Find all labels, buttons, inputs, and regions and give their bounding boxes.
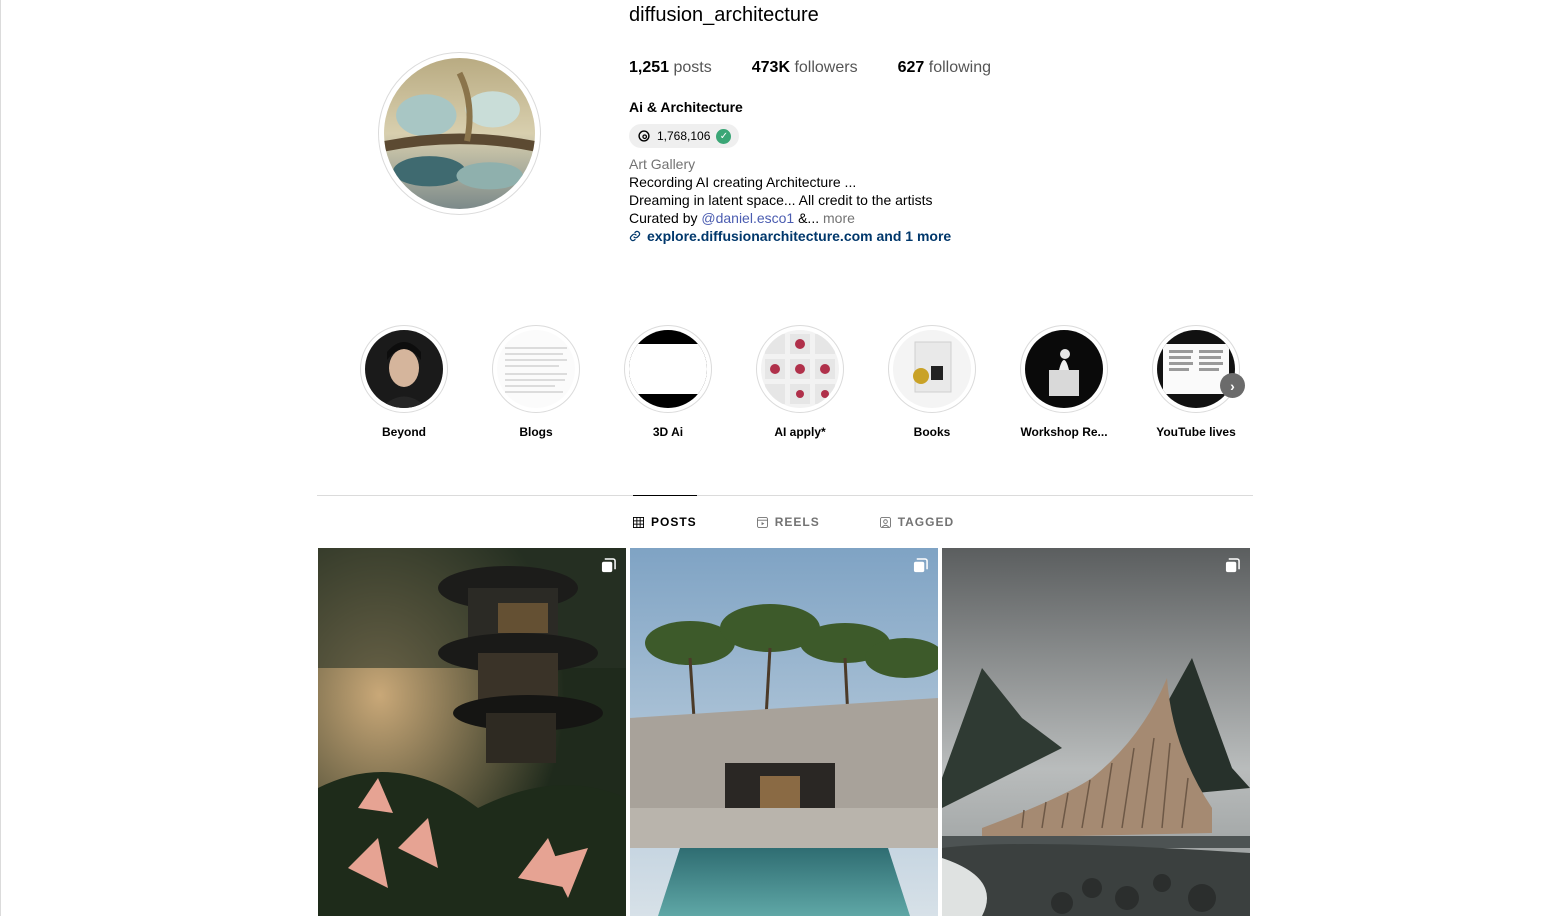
tab-tagged-label: TAGGED bbox=[897, 515, 955, 529]
highlight-ring bbox=[1152, 325, 1240, 413]
profile-bio: Art Gallery Recording AI creating Archit… bbox=[629, 155, 951, 245]
bio-line-2: Dreaming in latent space... All credit t… bbox=[629, 192, 933, 208]
posts-count-value: 1,251 bbox=[629, 59, 670, 76]
highlight-blogs[interactable]: Blogs bbox=[492, 325, 580, 439]
bio-more-button[interactable]: more bbox=[819, 210, 855, 226]
post-image-stone-pool-house bbox=[630, 548, 938, 916]
highlight-ring bbox=[624, 325, 712, 413]
followers-link[interactable]: 473K followers bbox=[752, 59, 858, 77]
followers-count-label: followers bbox=[794, 59, 858, 76]
carousel-icon bbox=[913, 558, 928, 573]
highlight-ring bbox=[756, 325, 844, 413]
highlight-label: Blogs bbox=[519, 425, 553, 439]
highlights-next-button[interactable]: › bbox=[1220, 373, 1245, 398]
chevron-right-icon: › bbox=[1230, 377, 1235, 394]
highlight-label: AI apply* bbox=[774, 425, 826, 439]
story-highlights: Beyond Blogs 3D Ai AI apply* Books Works… bbox=[360, 325, 1240, 439]
highlight-ring bbox=[888, 325, 976, 413]
threads-badge[interactable]: 1,768,106 ✓ bbox=[629, 124, 740, 148]
highlight-label: 3D Ai bbox=[652, 425, 684, 439]
profile-tabs: POSTS REELS TAGGED bbox=[633, 495, 954, 548]
bio-line-1: Recording AI creating Architecture ... bbox=[629, 174, 857, 190]
highlight-ring bbox=[492, 325, 580, 413]
following-link[interactable]: 627 following bbox=[898, 59, 991, 77]
highlight-ring bbox=[1020, 325, 1108, 413]
bio-mention-link[interactable]: @daniel.esco1 bbox=[701, 210, 794, 226]
bio-ellipsis: &... bbox=[794, 210, 820, 226]
posts-count: 1,251 posts bbox=[629, 59, 712, 77]
highlight-ai-apply[interactable]: AI apply* bbox=[756, 325, 844, 439]
highlight-label: YouTube lives bbox=[1156, 425, 1236, 439]
left-divider bbox=[0, 0, 1, 916]
followers-count-value: 473K bbox=[751, 59, 790, 76]
tab-posts-label: POSTS bbox=[651, 515, 697, 529]
tab-reels[interactable]: REELS bbox=[756, 495, 820, 548]
highlight-ring bbox=[360, 325, 448, 413]
avatar-image bbox=[384, 58, 535, 209]
highlight-books[interactable]: Books bbox=[888, 325, 976, 439]
highlight-label: Workshop Re... bbox=[1020, 425, 1108, 439]
post-image-coastal-curved-building bbox=[942, 548, 1250, 916]
tagged-icon bbox=[879, 516, 891, 528]
highlight-beyond[interactable]: Beyond bbox=[360, 325, 448, 439]
highlight-cover bbox=[893, 330, 971, 408]
bio-link-text: explore.diffusionarchitecture.com and 1 … bbox=[647, 228, 952, 244]
bio-curated-prefix: Curated by bbox=[629, 210, 702, 226]
reels-icon bbox=[756, 516, 768, 528]
profile-username: diffusion_architecture bbox=[629, 4, 819, 26]
threads-count: 1,768,106 bbox=[657, 129, 711, 143]
threads-icon bbox=[638, 130, 650, 142]
carousel-icon bbox=[1225, 558, 1240, 573]
highlight-label: Beyond bbox=[381, 425, 426, 439]
bio-category: Art Gallery bbox=[629, 156, 696, 172]
following-count-value: 627 bbox=[897, 59, 925, 76]
highlight-cover bbox=[1025, 330, 1103, 408]
highlight-cover bbox=[1157, 330, 1235, 408]
highlight-cover bbox=[497, 330, 575, 408]
highlight-workshop[interactable]: Workshop Re... bbox=[1020, 325, 1108, 439]
carousel-icon bbox=[601, 558, 616, 573]
post-thumbnail[interactable] bbox=[630, 548, 938, 916]
highlight-label: Books bbox=[913, 425, 951, 439]
post-image-forest-treehouse bbox=[318, 548, 626, 916]
highlight-cover bbox=[365, 330, 443, 408]
following-count-label: following bbox=[928, 59, 992, 76]
profile-stats: 1,251 posts 473K followers 627 following bbox=[629, 59, 991, 77]
profile-full-name: Ai & Architecture bbox=[629, 99, 743, 115]
post-thumbnail[interactable] bbox=[942, 548, 1250, 916]
bio-line-3: Curated by @daniel.esco1 &... more bbox=[629, 209, 951, 227]
tab-tagged[interactable]: TAGGED bbox=[879, 495, 955, 548]
highlight-cover bbox=[761, 330, 839, 408]
highlight-cover bbox=[629, 330, 707, 408]
link-icon bbox=[629, 230, 641, 242]
bio-external-link[interactable]: explore.diffusionarchitecture.com and 1 … bbox=[629, 227, 951, 245]
grid-icon bbox=[633, 516, 644, 528]
tab-reels-label: REELS bbox=[774, 515, 820, 529]
post-thumbnail[interactable] bbox=[318, 548, 626, 916]
posts-grid bbox=[318, 548, 1250, 916]
posts-count-label: posts bbox=[673, 59, 712, 76]
highlight-3d-ai[interactable]: 3D Ai bbox=[624, 325, 712, 439]
profile-avatar[interactable] bbox=[378, 52, 541, 215]
verified-check-icon: ✓ bbox=[716, 128, 732, 144]
tab-posts[interactable]: POSTS bbox=[633, 495, 697, 548]
